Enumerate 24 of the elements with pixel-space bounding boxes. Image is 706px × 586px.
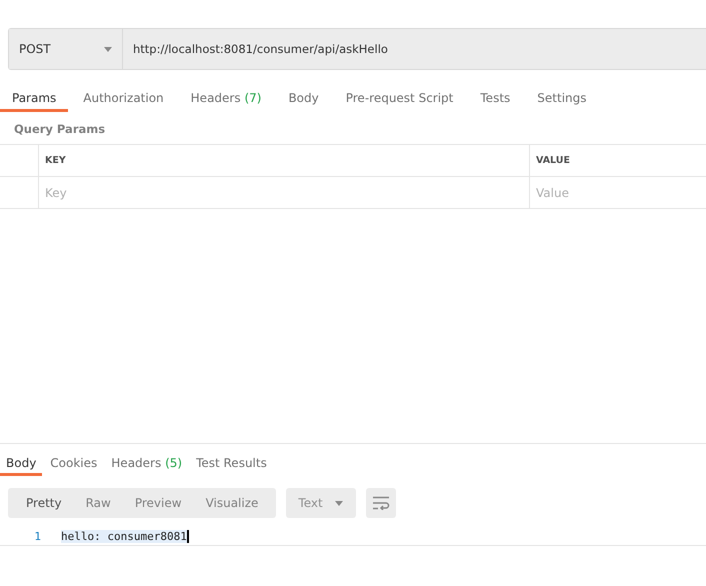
request-tab[interactable]: Params [0, 86, 68, 112]
request-tab[interactable]: Settings [525, 86, 598, 112]
request-tab[interactable]: Authorization [71, 86, 176, 112]
view-option[interactable]: Preview [122, 488, 194, 518]
column-header: KEY [38, 145, 529, 176]
column-header: VALUE [529, 145, 706, 176]
request-tab[interactable]: Headers (7) [178, 86, 274, 112]
line-number: 1 [33, 530, 42, 543]
format-dropdown[interactable]: Text [286, 488, 356, 518]
response-tab[interactable]: Headers (5) [105, 452, 188, 476]
response-tab[interactable]: Body [0, 452, 42, 476]
response-tab[interactable]: Test Results [190, 452, 273, 476]
wrap-lines-button[interactable] [366, 488, 396, 518]
view-option[interactable]: Pretty [14, 488, 74, 518]
caret-icon [334, 500, 343, 506]
wrap-lines-icon [372, 496, 390, 510]
request-tab[interactable]: Tests [468, 86, 522, 112]
view-option[interactable]: Raw [74, 488, 123, 518]
request-tab[interactable]: Pre-request Script [334, 86, 466, 112]
section-title: Query Params [13, 121, 106, 138]
response-text: hello: consumer8081 [61, 530, 189, 543]
request-tab[interactable]: Body [276, 86, 331, 112]
view-option[interactable]: Visualize [194, 488, 270, 518]
response-tab[interactable]: Cookies [44, 452, 104, 476]
